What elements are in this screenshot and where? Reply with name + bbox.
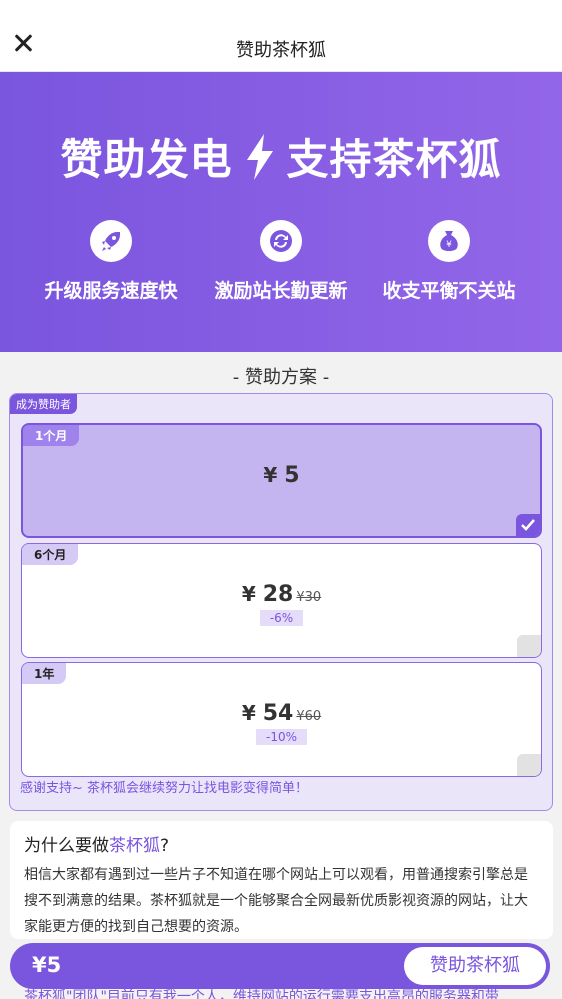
unchecked-box (517, 635, 541, 657)
plan-price: ¥ 5 (263, 463, 300, 488)
feature-speed: 升级服务速度快 (26, 220, 196, 303)
svg-text:¥: ¥ (446, 240, 452, 250)
plan-price-box: ¥ 54 ¥60 -10% (22, 701, 541, 745)
top-bar: 赞助茶杯狐 (0, 0, 562, 72)
headline-left: 赞助发电 (60, 135, 233, 184)
plan-price-box: ¥ 28 ¥30 -6% (22, 582, 541, 626)
plan-1-year[interactable]: 1年 ¥ 54 ¥60 -10% (21, 662, 542, 777)
section-title: - 赞助方案 - (232, 367, 330, 388)
why-body: 相信大家都有遇到过一些片子不知道在哪个网站上可以观看，用普通搜索引擎总是搜不到满… (24, 867, 528, 935)
price-value: 5 (284, 463, 300, 488)
plan-price: ¥ 54 (241, 701, 294, 726)
hero-banner: 赞助发电 支持茶杯狐 升级服务速度快 激励站长勤更新 ¥ 收支平衡不关站 (0, 72, 562, 352)
rocket-icon (90, 220, 132, 262)
feature-update: 激励站长勤更新 (196, 220, 366, 303)
plan-period: 1个月 (23, 425, 80, 446)
discount-badge: -10% (255, 729, 307, 745)
price-value: 54 (262, 701, 294, 726)
refresh-icon (260, 220, 302, 262)
why-title-prefix: 为什么要做 (24, 836, 109, 856)
why-card: 为什么要做茶杯狐? 相信大家都有遇到过一些片子不知道在哪个网站上可以观看，用普通… (10, 821, 553, 939)
money-bag-icon: ¥ (428, 220, 470, 262)
feature-label: 收支平衡不关站 (382, 280, 516, 302)
plan-price: ¥ 28 (241, 582, 294, 607)
plan-6-month[interactable]: 6个月 ¥ 28 ¥30 -6% (21, 543, 542, 658)
unchecked-box (517, 754, 541, 776)
brand-link: 茶杯狐 (109, 836, 160, 856)
currency-symbol: ¥ (263, 463, 278, 487)
plan-period: 6个月 (22, 544, 79, 565)
currency-symbol: ¥ (241, 701, 256, 725)
plan-1-month[interactable]: 1个月 ¥ 5 (21, 423, 542, 538)
feature-balance: ¥ 收支平衡不关站 (364, 220, 534, 303)
selected-price: ¥5 (32, 953, 62, 977)
thanks-note: 感谢支持~ 茶杯狐会继续努力让找电影变得简单！ (20, 781, 309, 796)
plans-panel: 成为赞助者 1个月 ¥ 5 6个月 ¥ 28 ¥30 -6% 1年 ¥ 54 ¥60… (9, 393, 553, 811)
price-value: 28 (262, 582, 294, 607)
sponsor-button[interactable]: 赞助茶杯狐 (404, 947, 546, 985)
plan-period: 1年 (22, 663, 67, 684)
feature-label: 升级服务速度快 (44, 280, 178, 302)
sponsor-tag: 成为赞助者 (10, 394, 77, 414)
headline-right: 支持茶杯狐 (286, 135, 502, 184)
check-icon (516, 514, 540, 536)
page-title: 赞助茶杯狐 (236, 40, 326, 61)
plan-price-box: ¥ 5 (23, 463, 540, 488)
why-title: 为什么要做茶杯狐? (24, 831, 539, 856)
hero-headline: 赞助发电 支持茶杯狐 (0, 126, 562, 187)
discount-badge: -6% (259, 610, 304, 626)
old-price: ¥30 (296, 590, 322, 605)
currency-symbol: ¥ (241, 582, 256, 606)
old-price: ¥60 (296, 709, 322, 724)
feature-label: 激励站长勤更新 (214, 280, 348, 302)
lightning-icon (246, 133, 273, 180)
bottom-bar: ¥5 赞助茶杯狐 (10, 943, 550, 989)
why-title-suffix: ? (160, 836, 170, 856)
